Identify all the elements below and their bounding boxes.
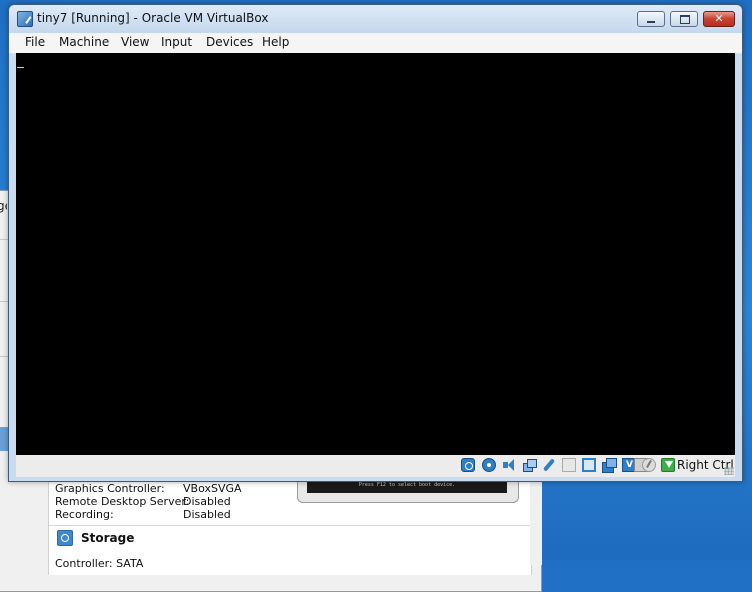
detail-row-graphics: Graphics Controller: VBoxSVGA (55, 482, 242, 495)
storage-controller-row: Controller: SATA (55, 557, 144, 570)
resize-grip[interactable] (724, 467, 734, 475)
menu-view[interactable]: View (119, 35, 151, 49)
detail-value: VBoxSVGA (183, 482, 242, 495)
audio-icon[interactable] (502, 458, 516, 472)
menu-machine[interactable]: Machine (57, 35, 111, 49)
menu-input[interactable]: Input (159, 35, 194, 49)
close-button[interactable]: ✕ (703, 11, 735, 27)
title-bar[interactable]: tiny7 [Running] - Oracle VM VirtualBox ✕ (9, 5, 742, 33)
virtualbox-icon[interactable] (17, 11, 33, 27)
detail-value: Disabled (183, 495, 231, 508)
menu-help[interactable]: Help (260, 35, 291, 49)
window-title: tiny7 [Running] - Oracle VM VirtualBox (37, 11, 269, 25)
detail-row-recording: Recording: Disabled (55, 508, 231, 521)
menu-file[interactable]: File (23, 35, 47, 49)
text-cursor (17, 67, 24, 68)
vm-preview-text: Press F12 to select boot device. (358, 482, 456, 488)
detail-row-remote-desktop: Remote Desktop Server:Disabled (55, 495, 231, 508)
optical-drive-icon[interactable] (482, 458, 496, 472)
detail-key: Recording: (55, 508, 114, 521)
maximize-button[interactable] (670, 11, 698, 27)
section-divider (49, 525, 531, 526)
shared-folders-icon[interactable] (562, 458, 576, 472)
storage-section-title[interactable]: Storage (81, 531, 134, 545)
storage-icon (57, 530, 73, 546)
network-icon[interactable] (522, 458, 537, 472)
close-icon: ✕ (714, 12, 724, 25)
mouse-integration-icon[interactable] (642, 458, 656, 472)
minimize-button[interactable] (637, 11, 665, 27)
vm-display[interactable] (16, 53, 735, 455)
menu-devices[interactable]: Devices (204, 35, 255, 49)
detail-key: Remote Desktop Server: (55, 495, 190, 508)
vm-window: tiny7 [Running] - Oracle VM VirtualBox ✕… (8, 4, 743, 482)
status-bar: V Right Ctrl (16, 455, 735, 477)
hard-disk-icon[interactable] (461, 458, 475, 472)
display-icon[interactable] (582, 458, 596, 472)
keyboard-capture-icon[interactable] (661, 458, 675, 472)
detail-key: Graphics Controller: (55, 482, 165, 495)
background-label-fragment: ge (0, 199, 7, 213)
menu-bar: File Machine View Input Devices Help (9, 33, 742, 54)
usb-icon[interactable] (542, 458, 556, 472)
video-capture-icon[interactable] (602, 458, 617, 473)
background-window-edge (530, 475, 542, 565)
detail-value: Disabled (183, 508, 231, 521)
